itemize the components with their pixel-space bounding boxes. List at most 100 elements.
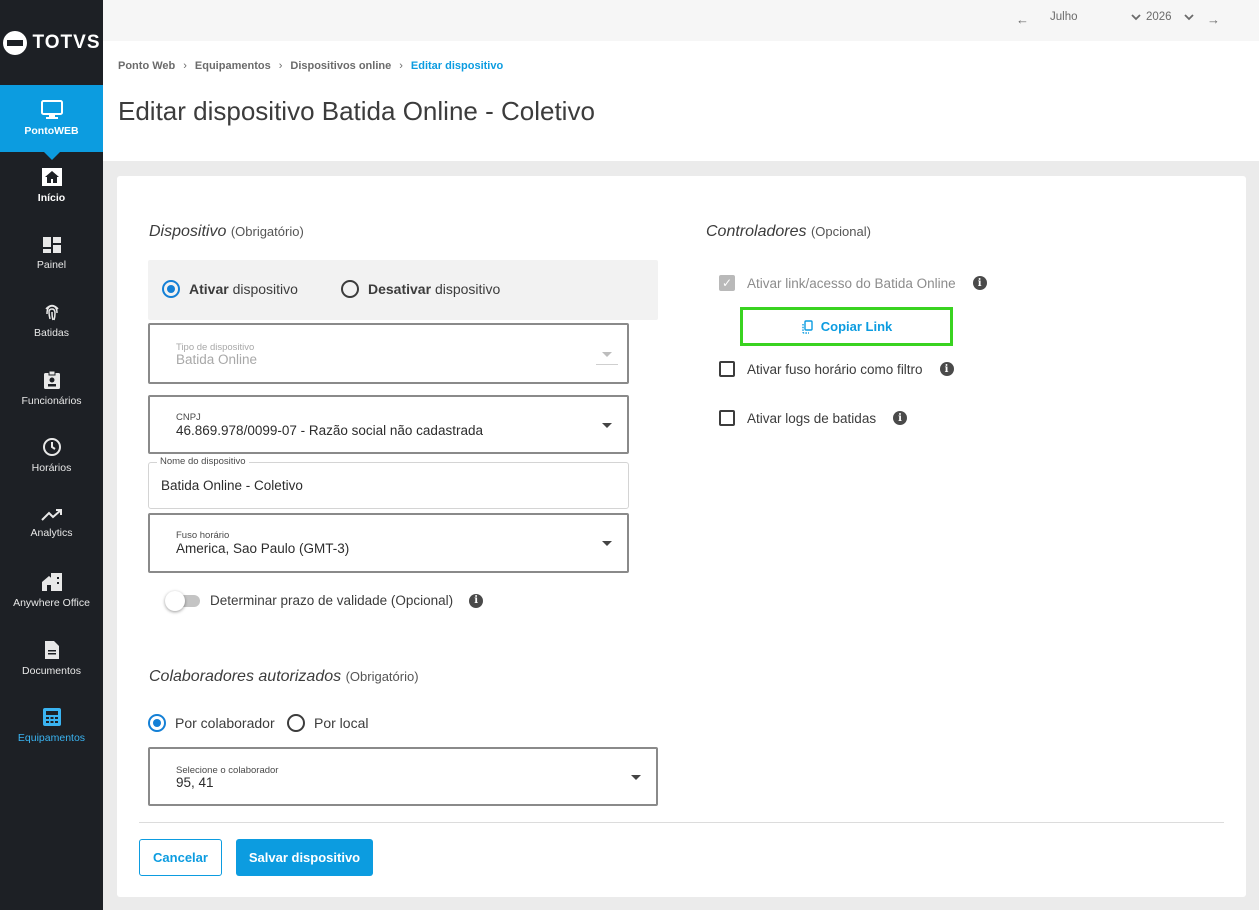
timezone-filter-label: Ativar fuso horário como filtro — [747, 361, 923, 377]
timezone-filter-checkbox[interactable]: Ativar fuso horário como filtro i — [719, 361, 954, 377]
deactivate-label: dispositivo — [434, 281, 501, 297]
logs-checkbox[interactable]: Ativar logs de batidas i — [719, 410, 908, 426]
sidebar-item-label: Funcionários — [21, 394, 82, 407]
previous-period-icon[interactable]: ← — [1016, 12, 1029, 27]
device-section-title: Dispositivo (Obrigatório) — [149, 223, 304, 241]
dropdown-arrow-icon — [602, 423, 612, 428]
copy-link-label: Copiar Link — [820, 319, 893, 334]
deactivate-device-radio[interactable]: Desativar dispositivo — [341, 280, 500, 298]
document-icon — [44, 640, 59, 659]
sidebar-item-analytics[interactable]: Analytics — [0, 490, 103, 558]
toggle-track[interactable] — [165, 590, 200, 611]
sidebar-item-label: Analytics — [30, 526, 73, 539]
controllers-section-title-text: Controladores — [706, 223, 807, 240]
activate-label: dispositivo — [232, 281, 298, 297]
chevron-down-icon — [1183, 13, 1194, 20]
sidebar-item-documentos[interactable]: Documentos — [0, 625, 103, 693]
info-icon[interactable]: i — [893, 411, 908, 425]
month-select[interactable]: Julho — [1050, 11, 1141, 23]
device-status-group: Ativar dispositivo Desativar dispositivo — [148, 260, 658, 320]
by-location-radio[interactable]: Por local — [287, 714, 368, 732]
breadcrumb: Ponto Web › Equipamentos › Dispositivos … — [118, 60, 503, 72]
breadcrumb-item[interactable]: Equipamentos — [195, 60, 271, 72]
home-icon — [41, 168, 62, 187]
timezone-label: Fuso horário — [176, 530, 230, 541]
info-icon[interactable]: i — [939, 362, 954, 376]
checkbox-unchecked-icon[interactable] — [719, 361, 735, 377]
dropdown-arrow-icon — [602, 541, 612, 546]
sidebar-item-label: PontoWEB — [24, 125, 79, 137]
chevron-down-icon — [1130, 13, 1141, 20]
collaborator-select-value: 95, 41 — [176, 775, 214, 790]
checkbox-checked-icon: ✓ — [719, 275, 735, 291]
copy-icon — [802, 319, 813, 334]
cnpj-value: 46.869.978/0099-07 - Razão social não ca… — [176, 423, 483, 438]
copy-link-button[interactable]: Copiar Link — [740, 307, 953, 346]
breadcrumb-item[interactable]: Ponto Web — [118, 60, 175, 72]
year-select[interactable]: 2026 — [1146, 11, 1194, 23]
totvs-logo-icon — [2, 30, 27, 55]
activate-device-radio[interactable]: Ativar dispositivo — [162, 280, 298, 298]
year-value: 2026 — [1146, 11, 1172, 23]
controllers-section-optional: (Opcional) — [810, 224, 871, 239]
breadcrumb-separator: › — [399, 60, 403, 72]
home-work-icon — [41, 573, 62, 592]
cnpj-select[interactable]: CNPJ 46.869.978/0099-07 - Razão social n… — [148, 395, 629, 454]
sidebar-item-label: Painel — [36, 258, 67, 271]
totvs-logo[interactable]: TOTVS — [0, 0, 103, 85]
dropdown-arrow-icon — [602, 352, 612, 357]
controllers-section-title: Controladores (Opcional) — [706, 223, 871, 241]
toggle-knob — [165, 590, 185, 611]
sidebar-item-label: Anywhere Office — [13, 597, 90, 610]
info-icon[interactable]: i — [972, 276, 987, 290]
deactivate-label-bold: Desativar — [368, 281, 432, 297]
breadcrumb-separator: › — [278, 60, 283, 72]
save-device-button[interactable]: Salvar dispositivo — [236, 839, 373, 876]
clock-icon — [42, 438, 61, 457]
sidebar-item-label: Documentos — [22, 664, 81, 677]
radio-selected-icon — [162, 280, 180, 298]
monitor-icon — [40, 100, 63, 119]
trending-up-icon — [40, 508, 62, 521]
activate-label-bold: Ativar — [189, 281, 229, 297]
sidebar-item-anywhere-office[interactable]: Anywhere Office — [0, 557, 103, 625]
validity-toggle[interactable]: Determinar prazo de validade (Opcional) … — [165, 590, 484, 611]
breadcrumb-item[interactable]: Dispositivos online — [290, 60, 391, 72]
next-period-icon[interactable]: → — [1207, 12, 1220, 27]
device-name-value[interactable]: Batida Online - Coletivo — [161, 478, 303, 493]
online-link-label: Ativar link/acesso do Batida Online — [747, 275, 956, 291]
collaborators-section-title: Colaboradores autorizados (Obrigatório) — [149, 668, 419, 686]
device-name-field[interactable]: Nome do dispositivo Batida Online - Cole… — [148, 456, 629, 509]
sidebar-item-painel[interactable]: Painel — [0, 220, 103, 288]
by-collaborator-label: Por colaborador — [175, 715, 275, 731]
device-section-required: (Obrigatório) — [230, 224, 304, 239]
device-section-title-text: Dispositivo — [149, 223, 227, 240]
info-icon[interactable]: i — [469, 593, 484, 608]
collaborators-section-title-text: Colaboradores autorizados — [149, 668, 342, 685]
collaborator-select[interactable]: Selecione o colaborador 95, 41 — [148, 747, 658, 806]
by-collaborator-radio[interactable]: Por colaborador — [148, 714, 275, 732]
device-type-value: Batida Online — [176, 352, 258, 367]
device-type-select: Tipo de dispositivo Batida Online — [148, 323, 629, 384]
sidebar-item-equipamentos[interactable]: Equipamentos — [0, 692, 103, 760]
sidebar-item-label: Início — [37, 192, 66, 205]
radio-unselected-icon — [287, 714, 305, 732]
sidebar-item-label: Equipamentos — [17, 732, 86, 745]
sidebar-item-inicio[interactable]: Início — [0, 152, 103, 220]
timezone-select[interactable]: Fuso horário America, Sao Paulo (GMT-3) — [148, 513, 629, 573]
radio-unselected-icon — [341, 280, 359, 298]
sidebar-item-batidas[interactable]: Batidas — [0, 287, 103, 355]
timezone-value: America, Sao Paulo (GMT-3) — [176, 541, 350, 556]
sidebar-item-funcionarios[interactable]: Funcionários — [0, 355, 103, 423]
sidebar-item-label: Horários — [31, 462, 72, 475]
devices-icon — [42, 708, 61, 727]
cancel-button[interactable]: Cancelar — [139, 839, 222, 876]
fingerprint-icon — [44, 305, 59, 321]
sidebar: TOTVS PontoWEB Início Painel Batidas Fun… — [0, 0, 103, 910]
collaborators-section-required: (Obrigatório) — [345, 669, 419, 684]
sidebar-item-horarios[interactable]: Horários — [0, 422, 103, 490]
radio-selected-icon — [148, 714, 166, 732]
sidebar-item-pontoweb[interactable]: PontoWEB — [0, 85, 103, 160]
logs-label: Ativar logs de batidas — [747, 410, 877, 426]
checkbox-unchecked-icon[interactable] — [719, 410, 735, 426]
